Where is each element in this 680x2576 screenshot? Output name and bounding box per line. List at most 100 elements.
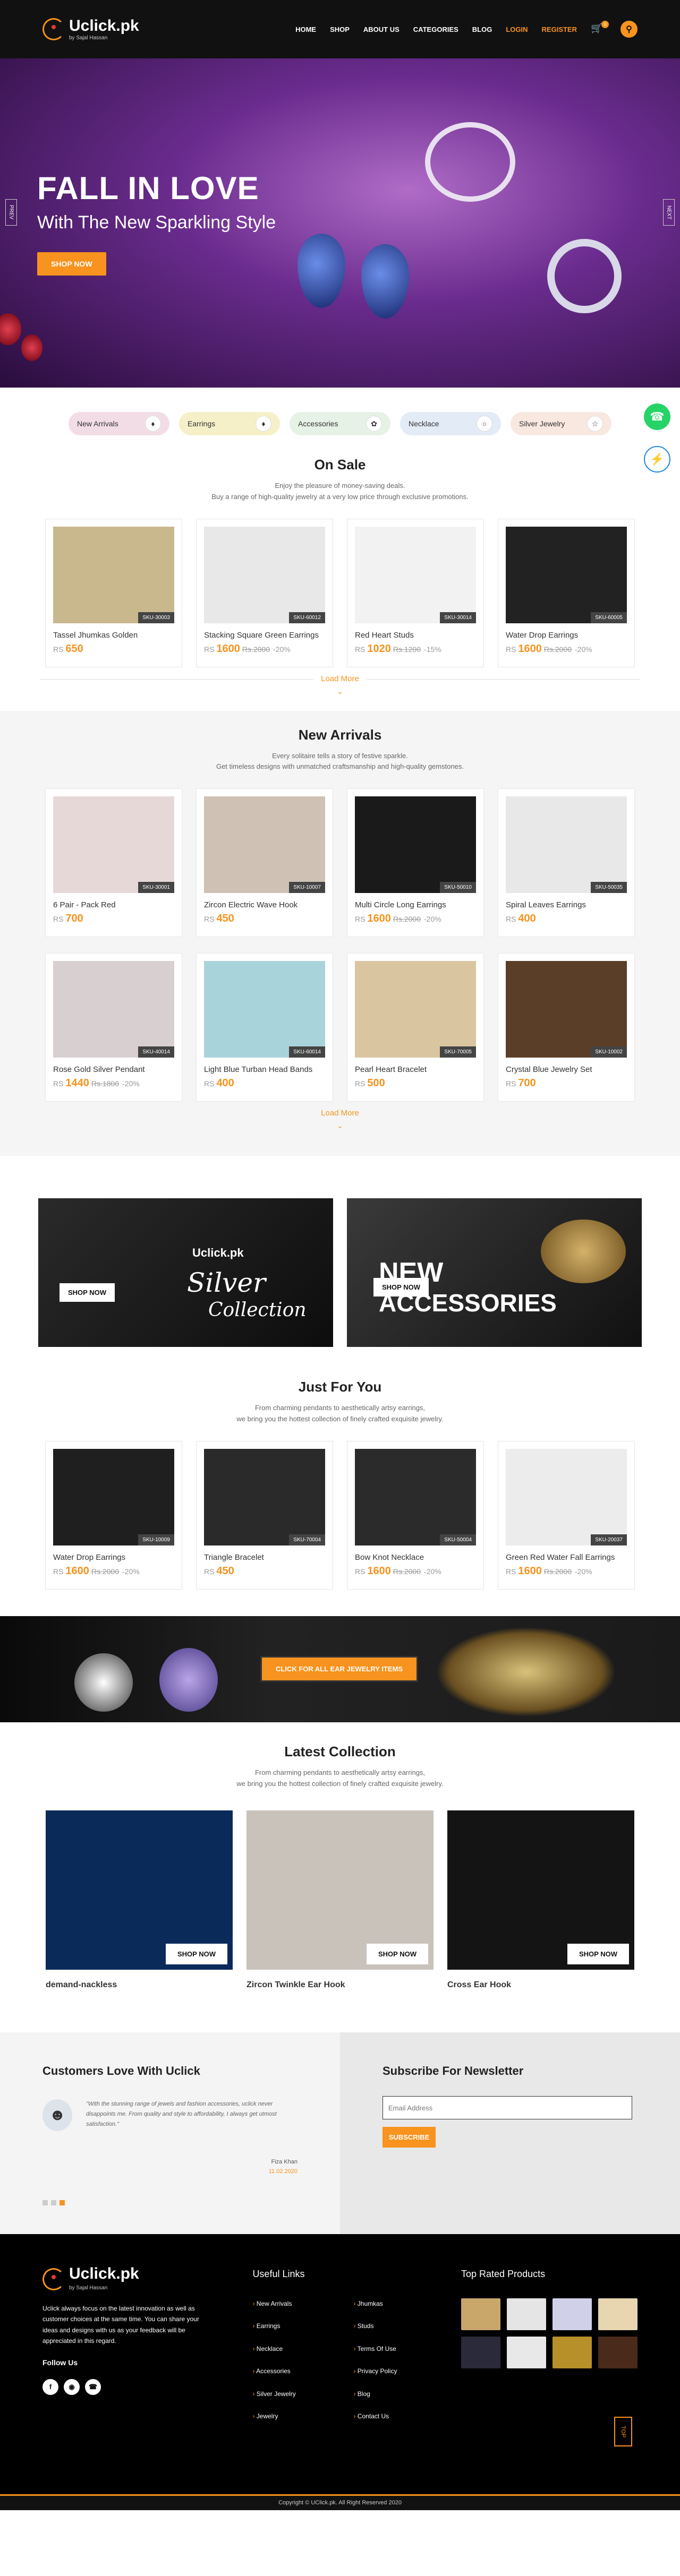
- product-image[interactable]: SKU-30001: [53, 796, 174, 894]
- nav-about-us[interactable]: ABOUT US: [363, 25, 400, 33]
- product-name[interactable]: Spiral Leaves Earrings: [506, 900, 627, 909]
- footer-link[interactable]: Blog: [353, 2389, 433, 2399]
- accessories-shop-now-button[interactable]: SHOP NOW: [373, 1278, 429, 1297]
- product-image[interactable]: SKU-40014: [53, 961, 174, 1058]
- product-image[interactable]: SKU-70005: [355, 961, 476, 1058]
- category-necklace[interactable]: Necklace ○: [400, 412, 501, 435]
- product-image[interactable]: SKU-50004: [355, 1448, 476, 1545]
- footer-link[interactable]: Jhumkas: [353, 2298, 433, 2309]
- whatsapp-icon[interactable]: ☎: [644, 403, 670, 430]
- product-name[interactable]: Stacking Square Green Earrings: [204, 631, 325, 640]
- product-card[interactable]: SKU-10007 Zircon Electric Wave Hook RS 450: [196, 788, 333, 938]
- dot-active[interactable]: [60, 2200, 65, 2206]
- nav-register[interactable]: REGISTER: [542, 25, 577, 33]
- category-new-arrivals[interactable]: New Arrivals ♦: [69, 412, 169, 435]
- dot[interactable]: [51, 2200, 56, 2206]
- footer-link[interactable]: Studs: [353, 2321, 433, 2331]
- product-name[interactable]: Triangle Bracelet: [204, 1553, 325, 1562]
- subscribe-button[interactable]: SUBSCRIBE: [382, 2127, 436, 2148]
- product-name[interactable]: Multi Circle Long Earrings: [355, 900, 476, 909]
- new-arrivals-load-more[interactable]: Load More ⌄: [40, 1109, 640, 1135]
- product-name[interactable]: Water Drop Earrings: [53, 1553, 174, 1562]
- latest-image[interactable]: SHOP NOW: [246, 1810, 434, 1970]
- nav-blog[interactable]: BLOG: [472, 25, 492, 33]
- product-thumbnail[interactable]: [598, 2336, 638, 2368]
- product-card[interactable]: SKU-50010 Multi Circle Long Earrings RS 16…: [347, 788, 484, 938]
- product-image[interactable]: SKU-10002: [506, 961, 627, 1058]
- product-card[interactable]: SKU-50004 Bow Knot Necklace RS 1600 Rs.2000…: [347, 1440, 484, 1590]
- product-card[interactable]: SKU-20037 Green Red Water Fall Earrings RS…: [498, 1440, 635, 1590]
- product-image[interactable]: SKU-10007: [204, 796, 325, 894]
- product-name[interactable]: Red Heart Studs: [355, 631, 476, 640]
- footer-link[interactable]: Silver Jewelry: [252, 2389, 353, 2399]
- latest-name[interactable]: demand-nackless: [46, 1980, 233, 1990]
- latest-shop-now-button[interactable]: SHOP NOW: [367, 1944, 428, 1965]
- product-card[interactable]: SKU-60014 Light Blue Turban Head Bands RS …: [196, 953, 333, 1102]
- category-silver-jewelry[interactable]: Silver Jewelry ☆: [511, 412, 611, 435]
- new-accessories-banner[interactable]: NEW ACCESSORIES SHOP NOW: [347, 1198, 642, 1347]
- product-image[interactable]: SKU-20037: [506, 1448, 627, 1545]
- whatsapp-icon[interactable]: ☎: [85, 2379, 101, 2395]
- product-image[interactable]: SKU-70004: [204, 1448, 325, 1545]
- product-card[interactable]: SKU-10002 Crystal Blue Jewelry Set RS 700: [498, 953, 635, 1102]
- messenger-icon[interactable]: ⚡: [644, 446, 670, 473]
- product-thumbnail[interactable]: [552, 2298, 592, 2330]
- latest-image[interactable]: SHOP NOW: [46, 1810, 233, 1970]
- product-image[interactable]: SKU-60012: [204, 526, 325, 623]
- silver-collection-banner[interactable]: Uclick.pk Silver Collection SHOP NOW: [38, 1198, 333, 1347]
- product-name[interactable]: Pearl Heart Bracelet: [355, 1065, 476, 1074]
- product-thumbnail[interactable]: [507, 2298, 546, 2330]
- back-to-top-button[interactable]: TOP: [614, 2417, 632, 2447]
- product-thumbnail[interactable]: [598, 2298, 638, 2330]
- latest-name[interactable]: Cross Ear Hook: [447, 1980, 634, 1990]
- product-card[interactable]: SKU-30001 6 Pair - Pack Red RS 700: [45, 788, 182, 938]
- product-name[interactable]: Crystal Blue Jewelry Set: [506, 1065, 627, 1074]
- latest-shop-now-button[interactable]: SHOP NOW: [567, 1944, 629, 1965]
- product-name[interactable]: Water Drop Earrings: [506, 631, 627, 640]
- footer-link[interactable]: Jewelry: [252, 2411, 353, 2422]
- product-image[interactable]: SKU-60014: [204, 961, 325, 1058]
- product-image[interactable]: SKU-50035: [506, 796, 627, 894]
- category-earrings[interactable]: Earrings ♦: [179, 412, 280, 435]
- cart-icon[interactable]: 🛒 0: [591, 21, 609, 36]
- slider-next-button[interactable]: NEXT: [663, 199, 675, 226]
- footer-link[interactable]: Privacy Policy: [353, 2366, 433, 2376]
- product-name[interactable]: 6 Pair - Pack Red: [53, 900, 174, 909]
- product-card[interactable]: SKU-70005 Pearl Heart Bracelet RS 500: [347, 953, 484, 1102]
- latest-card[interactable]: SHOP NOW demand-nackless: [46, 1810, 233, 1990]
- product-card[interactable]: SKU-70004 Triangle Bracelet RS 450: [196, 1440, 333, 1590]
- product-thumbnail[interactable]: [461, 2336, 500, 2368]
- product-name[interactable]: Green Red Water Fall Earrings: [506, 1553, 627, 1562]
- product-card[interactable]: SKU-30014 Red Heart Studs RS 1020 Rs.1200 -1…: [347, 518, 484, 667]
- dot[interactable]: [42, 2200, 48, 2206]
- footer-link[interactable]: Earrings: [252, 2321, 353, 2331]
- product-name[interactable]: Rose Gold Silver Pendant: [53, 1065, 174, 1074]
- product-thumbnail[interactable]: [507, 2336, 546, 2368]
- product-card[interactable]: SKU-50035 Spiral Leaves Earrings RS 400: [498, 788, 635, 938]
- product-card[interactable]: SKU-40014 Rose Gold Silver Pendant RS 1440…: [45, 953, 182, 1102]
- product-name[interactable]: Tassel Jhumkas Golden: [53, 631, 174, 640]
- footer-link[interactable]: Necklace: [252, 2343, 353, 2354]
- product-name[interactable]: Zircon Electric Wave Hook: [204, 900, 325, 909]
- latest-card[interactable]: SHOP NOW Cross Ear Hook: [447, 1810, 634, 1990]
- product-thumbnail[interactable]: [461, 2298, 500, 2330]
- nav-categories[interactable]: CATEGORIES: [413, 25, 458, 33]
- category-accessories[interactable]: Accessories ✿: [290, 412, 390, 435]
- nav-home[interactable]: HOME: [295, 25, 316, 33]
- logo[interactable]: Uclick.pk by Sajal Hassan: [42, 18, 139, 41]
- nav-login[interactable]: LOGIN: [506, 25, 528, 33]
- product-thumbnail[interactable]: [552, 2336, 592, 2368]
- instagram-icon[interactable]: ◉: [64, 2379, 80, 2395]
- product-card[interactable]: SKU-60012 Stacking Square Green Earrings R…: [196, 518, 333, 667]
- footer-link[interactable]: New Arrivals: [252, 2298, 353, 2309]
- search-icon[interactable]: ⚲: [620, 21, 638, 38]
- product-name[interactable]: Bow Knot Necklace: [355, 1553, 476, 1562]
- product-image[interactable]: SKU-60005: [506, 526, 627, 623]
- latest-card[interactable]: SHOP NOW Zircon Twinkle Ear Hook: [246, 1810, 434, 1990]
- footer-logo[interactable]: Uclick.pk by Sajal Hassan: [42, 2266, 210, 2292]
- product-image[interactable]: SKU-10009: [53, 1448, 174, 1545]
- all-ear-jewelry-button[interactable]: CLICK FOR ALL EAR JEWELRY ITEMS: [260, 1655, 419, 1682]
- product-image[interactable]: SKU-50010: [355, 796, 476, 894]
- footer-link[interactable]: Accessories: [252, 2366, 353, 2376]
- hero-shop-now-button[interactable]: SHOP NOW: [37, 252, 106, 276]
